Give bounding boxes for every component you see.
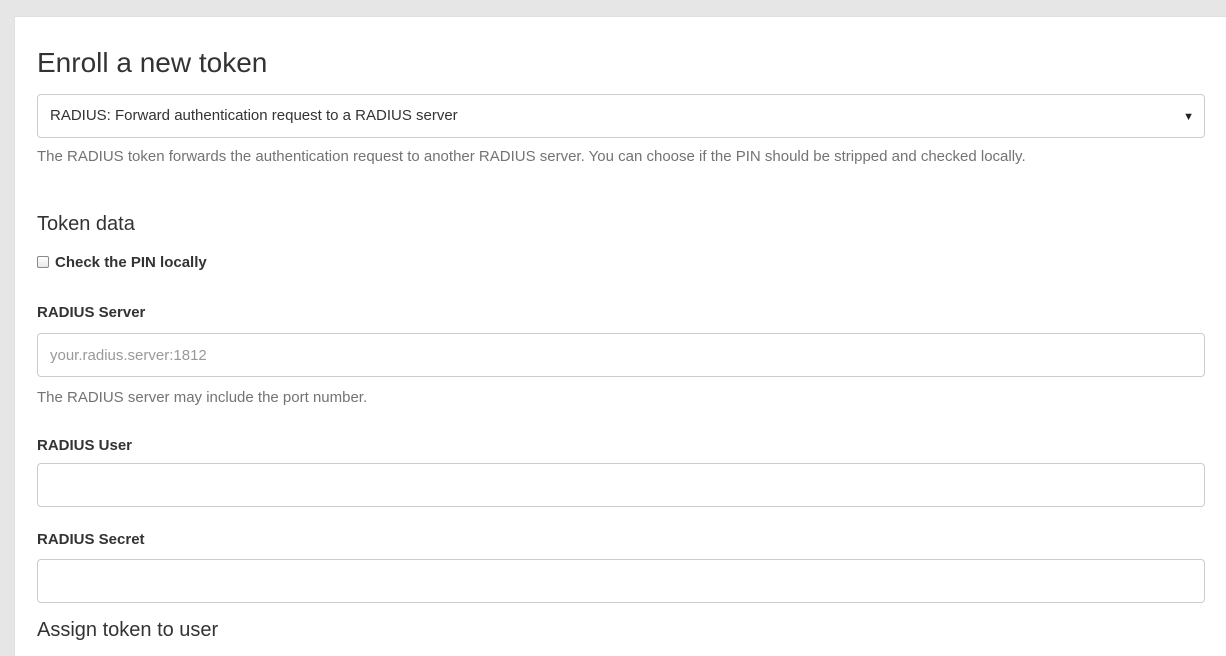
token-type-select[interactable]: RADIUS: Forward authentication request t… xyxy=(37,94,1205,138)
radius-server-help: The RADIUS server may include the port n… xyxy=(37,389,368,406)
assign-token-heading: Assign token to user xyxy=(37,619,219,641)
check-pin-locally-label: Check the PIN locally xyxy=(55,253,207,271)
radius-server-label: RADIUS Server xyxy=(37,304,146,321)
radius-secret-input[interactable] xyxy=(37,559,1205,603)
radius-secret-label: RADIUS Secret xyxy=(37,531,145,548)
check-pin-locally-checkbox[interactable] xyxy=(37,256,49,268)
enroll-panel: Enroll a new token RADIUS: Forward authe… xyxy=(14,16,1226,656)
page-title: Enroll a new token xyxy=(37,47,268,78)
token-data-heading: Token data xyxy=(37,213,135,235)
token-type-description: The RADIUS token forwards the authentica… xyxy=(37,148,1026,165)
radius-server-input[interactable] xyxy=(37,333,1205,377)
chevron-down-icon: ▼ xyxy=(1183,111,1194,123)
radius-user-input[interactable] xyxy=(37,463,1205,507)
check-pin-locally-option[interactable]: Check the PIN locally xyxy=(37,252,207,272)
token-type-selected-value: RADIUS: Forward authentication request t… xyxy=(50,107,458,124)
radius-user-label: RADIUS User xyxy=(37,437,133,454)
